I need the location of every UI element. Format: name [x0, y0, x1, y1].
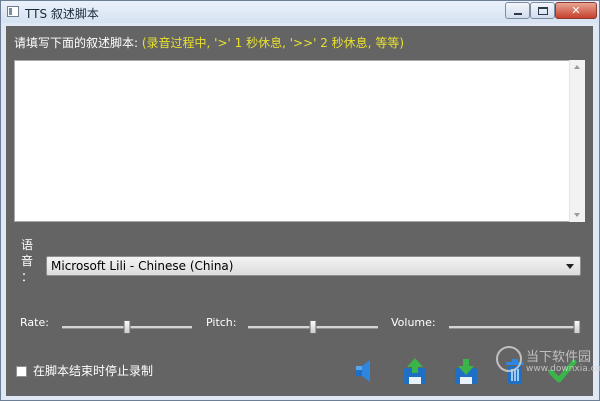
slider-track — [449, 326, 577, 329]
close-icon: ✕ — [571, 4, 581, 17]
app-icon — [7, 6, 19, 17]
close-button[interactable]: ✕ — [555, 2, 597, 19]
stop-recording-checkbox[interactable] — [16, 366, 27, 377]
checkmark-icon[interactable] — [547, 356, 577, 386]
volume-slider[interactable] — [449, 320, 581, 334]
slider-thumb[interactable] — [573, 320, 581, 334]
voice-label-char: ： — [20, 270, 33, 284]
script-textarea[interactable] — [14, 60, 585, 222]
speaker-icon[interactable] — [349, 356, 379, 386]
voice-selected-value: Microsoft Lili - Chinese (China) — [51, 259, 234, 273]
slider-thumb[interactable] — [309, 320, 317, 334]
rate-label: Rate: — [20, 316, 49, 329]
volume-label: Volume: — [391, 316, 436, 329]
prompt-text: 请填写下面的叙述脚本: — [14, 36, 142, 50]
trash-icon[interactable] — [500, 356, 530, 386]
chevron-down-icon[interactable] — [566, 264, 574, 269]
upload-save-icon[interactable] — [400, 356, 430, 386]
stop-recording-label[interactable]: 在脚本结束时停止录制 — [33, 362, 153, 379]
client-area: 请填写下面的叙述脚本: (录音过程中, '>' 1 秒休息, '>>' 2 秒休… — [6, 26, 600, 396]
maximize-button[interactable] — [530, 2, 555, 19]
pitch-slider[interactable] — [248, 320, 378, 334]
script-prompt: 请填写下面的叙述脚本: (录音过程中, '>' 1 秒休息, '>>' 2 秒休… — [14, 34, 404, 51]
title-bar[interactable]: TTS 叙述脚本 ✕ — [1, 1, 599, 23]
tts-script-window: TTS 叙述脚本 ✕ 请填写下面的叙述脚本: (录音过程中, '>' 1 秒休息… — [0, 0, 600, 401]
voice-label: 语 音 ： — [20, 237, 34, 285]
download-save-icon[interactable] — [451, 356, 481, 386]
voice-label-char: 语 — [20, 238, 33, 252]
minimize-button[interactable] — [505, 2, 530, 19]
voice-select[interactable]: Microsoft Lili - Chinese (China) — [46, 256, 581, 276]
window-title: TTS 叙述脚本 — [25, 7, 99, 21]
voice-label-char: 音 — [20, 254, 33, 268]
rate-slider[interactable] — [62, 320, 192, 334]
slider-thumb[interactable] — [123, 320, 131, 334]
prompt-hint: (录音过程中, '>' 1 秒休息, '>>' 2 秒休息, 等等) — [141, 36, 404, 50]
pitch-label: Pitch: — [206, 316, 237, 329]
